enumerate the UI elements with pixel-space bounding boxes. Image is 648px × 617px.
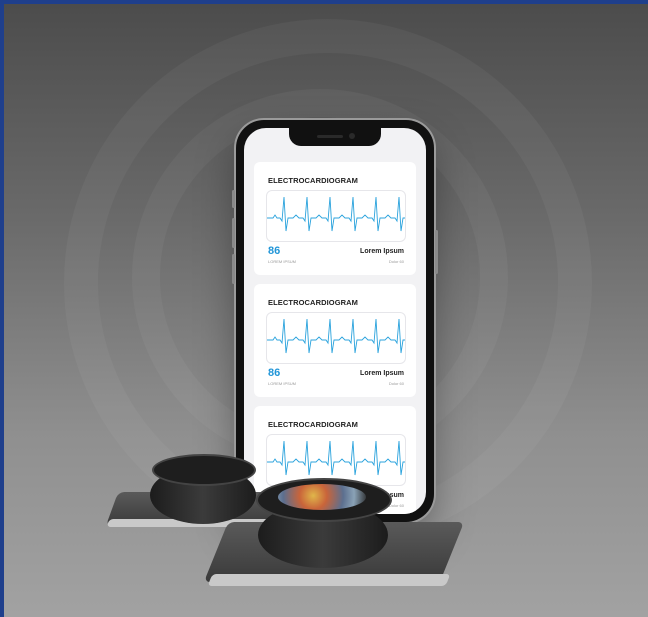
phone-screen: ELECTROCARDIOGRAM 86 LOREM IPSUM Lorem I… bbox=[244, 128, 426, 514]
background-stage: ELECTROCARDIOGRAM 86 LOREM IPSUM Lorem I… bbox=[4, 4, 648, 617]
heart-rate-value: 86 bbox=[268, 245, 281, 257]
ecg-card-title: ELECTROCARDIOGRAM bbox=[268, 420, 359, 429]
metric-sublabel: Dolor 60 bbox=[388, 503, 404, 508]
metric-label: Lorem Ipsum bbox=[360, 248, 404, 255]
heart-rate-value: 86 bbox=[268, 367, 281, 379]
sensor-lens-icon bbox=[278, 484, 366, 510]
sensor-puck-top bbox=[152, 454, 256, 486]
power-button bbox=[435, 230, 438, 274]
ecg-waveform-icon bbox=[267, 196, 405, 232]
ecg-card-title: ELECTROCARDIOGRAM bbox=[268, 298, 359, 307]
front-camera-icon bbox=[349, 133, 355, 139]
ecg-waveform-icon bbox=[267, 318, 405, 354]
notch bbox=[289, 128, 381, 146]
volume-up-button bbox=[232, 218, 235, 248]
ecg-graph bbox=[266, 190, 406, 242]
heart-rate-label: LOREM IPSUM bbox=[268, 381, 297, 386]
sensor-base-edge bbox=[207, 574, 451, 586]
metric-label: Lorem Ipsum bbox=[360, 370, 404, 377]
metric-sublabel: Dolor 60 bbox=[388, 259, 404, 264]
smartphone: ELECTROCARDIOGRAM 86 LOREM IPSUM Lorem I… bbox=[232, 120, 438, 522]
ecg-card-title: ELECTROCARDIOGRAM bbox=[268, 176, 359, 185]
speaker-grille bbox=[317, 135, 343, 138]
heart-rate-label: LOREM IPSUM bbox=[268, 259, 297, 264]
mute-switch bbox=[232, 190, 235, 208]
volume-down-button bbox=[232, 254, 235, 284]
ecg-graph bbox=[266, 312, 406, 364]
metric-sublabel: Dolor 60 bbox=[388, 381, 404, 386]
ecg-card[interactable]: ELECTROCARDIOGRAM 86 LOREM IPSUM Lorem I… bbox=[254, 162, 416, 275]
ecg-card[interactable]: ELECTROCARDIOGRAM 86 LOREM IPSUM Lorem I… bbox=[254, 284, 416, 397]
